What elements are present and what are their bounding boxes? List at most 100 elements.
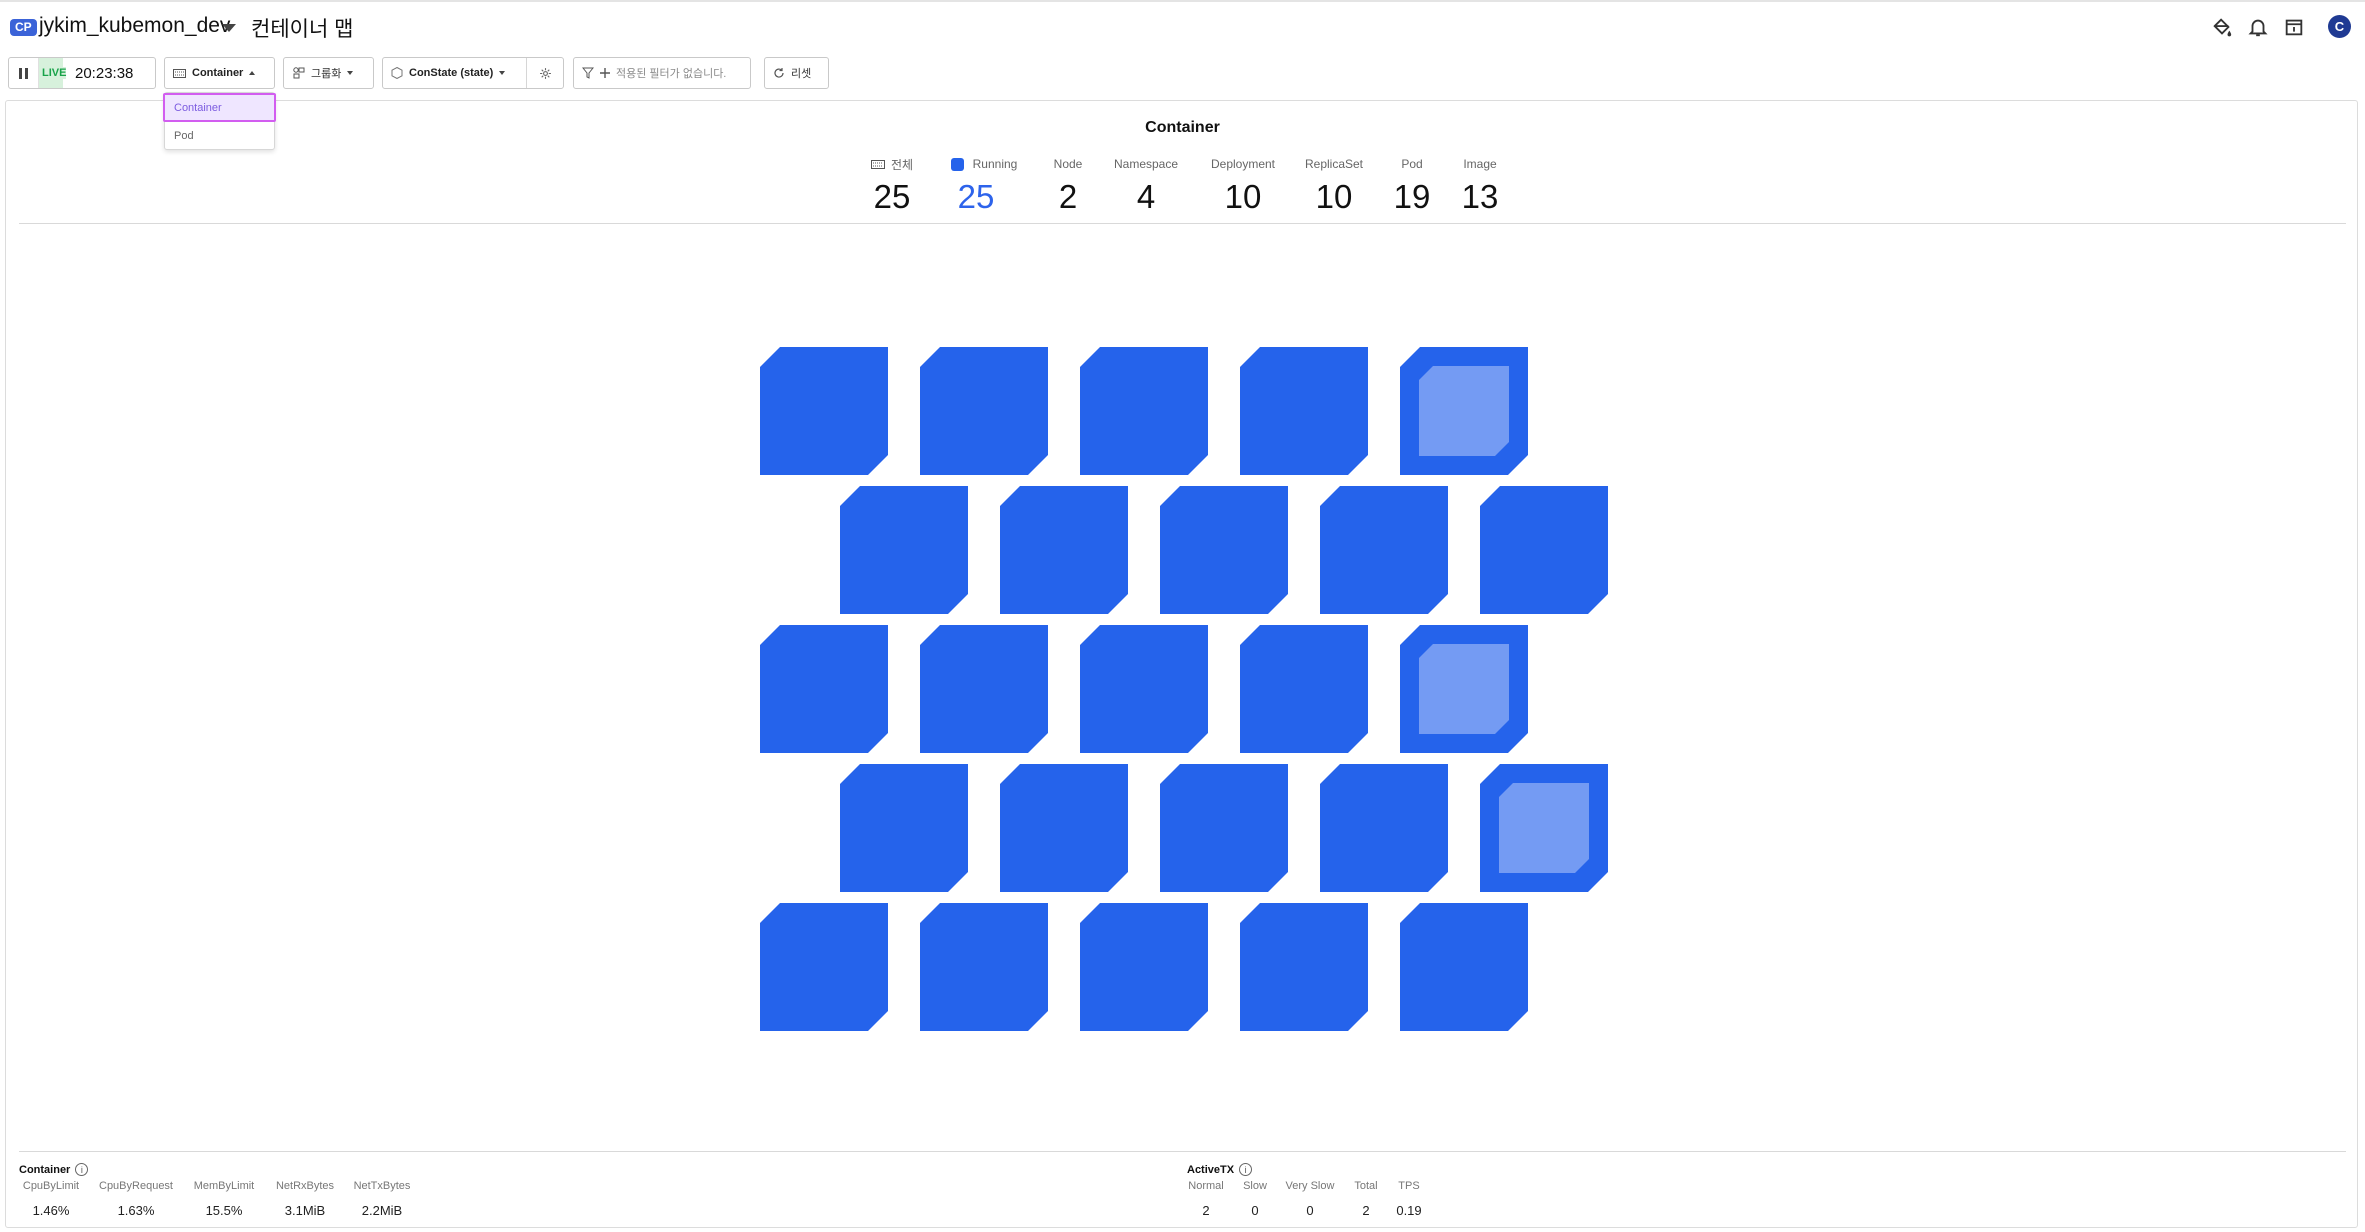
container-tile[interactable] <box>1240 625 1368 753</box>
chevron-down-icon <box>347 71 354 75</box>
view-type-label: Container <box>192 67 244 79</box>
container-tile[interactable] <box>1480 764 1608 892</box>
metric-label: Very Slow <box>1285 1180 1335 1192</box>
reset-label: 리셋 <box>791 68 812 80</box>
keyboard-icon <box>173 68 186 78</box>
divider <box>19 1151 2346 1152</box>
group-by-label: 그룹화 <box>311 68 342 80</box>
live-indicator: LIVE <box>39 58 67 88</box>
dropdown-option-container[interactable]: Container <box>163 93 276 122</box>
chevron-down-icon <box>499 71 506 75</box>
project-name[interactable]: jykim_kubemon_dev <box>39 14 230 38</box>
info-icon[interactable]: i <box>75 1163 89 1176</box>
state-dropdown[interactable]: ConState (state) <box>383 58 528 88</box>
filter-box[interactable]: 적용된 필터가 없습니다. <box>573 57 751 89</box>
stat-value: 13 <box>1461 178 1499 215</box>
container-tile[interactable] <box>1160 486 1288 614</box>
state-label: ConState (state) <box>409 67 494 79</box>
filter-icon <box>582 67 594 79</box>
info-icon[interactable]: i <box>1239 1163 1253 1176</box>
state-settings-button[interactable] <box>527 58 563 88</box>
divider <box>19 223 2346 224</box>
metric-label: NetRxBytes <box>275 1180 335 1192</box>
container-tile[interactable] <box>920 903 1048 1031</box>
metric-value: 2 <box>1202 1203 1210 1218</box>
stat-value: 10 <box>1224 178 1262 215</box>
stat-value: 10 <box>1315 178 1353 215</box>
state-select: ConState (state) <box>382 57 564 89</box>
container-tile[interactable] <box>920 347 1048 475</box>
metric-label: MemByLimit <box>193 1180 255 1192</box>
container-tile[interactable] <box>760 625 888 753</box>
stat-pod: Pod 19 <box>1382 157 1442 216</box>
page-title: 컨테이너 맵 <box>251 18 354 41</box>
container-tile[interactable] <box>760 903 888 1031</box>
pause-icon <box>19 67 28 79</box>
metric-normal: Normal 2 <box>1186 1180 1226 1218</box>
metric-value: 1.63% <box>117 1203 155 1218</box>
container-tile[interactable] <box>1000 486 1128 614</box>
container-tile[interactable] <box>1160 764 1288 892</box>
reset-button[interactable]: 리셋 <box>764 57 829 89</box>
metric-very-slow: Very Slow 0 <box>1282 1180 1338 1218</box>
container-tile[interactable] <box>1240 903 1368 1031</box>
stat-value: 19 <box>1393 178 1431 215</box>
container-tile[interactable] <box>1240 347 1368 475</box>
stat-value: 2 <box>1058 178 1078 215</box>
container-tile[interactable] <box>760 347 888 475</box>
container-tile[interactable] <box>840 486 968 614</box>
metric-value: 15.5% <box>205 1203 243 1218</box>
stat-value: 25 <box>957 178 995 215</box>
view-type-dropdown-menu: Container Pod <box>163 92 276 150</box>
view-type-select[interactable]: Container <box>164 57 275 89</box>
container-tile[interactable] <box>840 764 968 892</box>
project-badge: CP <box>10 19 37 36</box>
metric-value: 0 <box>1251 1203 1259 1218</box>
calendar-icon[interactable] <box>2281 14 2307 40</box>
container-tile[interactable] <box>1080 347 1208 475</box>
container-tile-highlight <box>1499 783 1589 873</box>
user-avatar[interactable]: C <box>2328 15 2351 38</box>
stat-deployment: Deployment 10 <box>1201 157 1285 216</box>
summary-title: Container <box>1145 119 1220 136</box>
metric-label: NetTxBytes <box>353 1180 411 1192</box>
stat-total: 전체 25 <box>860 157 924 216</box>
project-dropdown-caret-icon[interactable] <box>222 24 236 32</box>
container-tile[interactable] <box>1000 764 1128 892</box>
metric-slow: Slow 0 <box>1238 1180 1272 1218</box>
container-tile[interactable] <box>1080 903 1208 1031</box>
stat-label: Pod <box>1401 157 1423 171</box>
container-tile-highlight <box>1419 366 1509 456</box>
paint-bucket-icon[interactable] <box>2209 14 2235 40</box>
container-tile[interactable] <box>1320 486 1448 614</box>
pause-button[interactable] <box>9 58 39 88</box>
bell-icon[interactable] <box>2245 14 2271 40</box>
stat-label: Namespace <box>1113 157 1179 171</box>
metric-value: 0 <box>1306 1203 1314 1218</box>
stat-label: ReplicaSet <box>1304 157 1364 171</box>
container-tile[interactable] <box>1400 903 1528 1031</box>
container-tile-highlight <box>1419 644 1509 734</box>
chevron-up-icon <box>249 71 256 75</box>
container-tile[interactable] <box>920 625 1048 753</box>
stat-replicaset: ReplicaSet 10 <box>1294 157 1374 216</box>
metric-label: Slow <box>1243 1180 1267 1192</box>
group-by-select[interactable]: 그룹화 <box>283 57 374 89</box>
plus-icon[interactable] <box>600 68 610 78</box>
container-tile[interactable] <box>1080 625 1208 753</box>
container-tile[interactable] <box>1320 764 1448 892</box>
top-header: CP jykim_kubemon_dev 컨테이너 맵 C <box>0 0 2365 52</box>
refresh-icon <box>773 67 785 79</box>
container-tile[interactable] <box>1400 347 1528 475</box>
metric-value: 2.2MiB <box>361 1203 403 1218</box>
stat-label: Running <box>972 157 1018 171</box>
stat-running[interactable]: Running 25 <box>944 157 1024 216</box>
container-tile[interactable] <box>1480 486 1608 614</box>
group-icon <box>292 67 305 79</box>
stat-label: Deployment <box>1210 157 1276 171</box>
dropdown-option-pod[interactable]: Pod <box>165 122 274 150</box>
container-tile[interactable] <box>1400 625 1528 753</box>
stat-value: 4 <box>1136 178 1156 215</box>
metric-membylimit: MemByLimit 15.5% <box>189 1180 259 1218</box>
stat-namespace: Namespace 4 <box>1106 157 1186 216</box>
